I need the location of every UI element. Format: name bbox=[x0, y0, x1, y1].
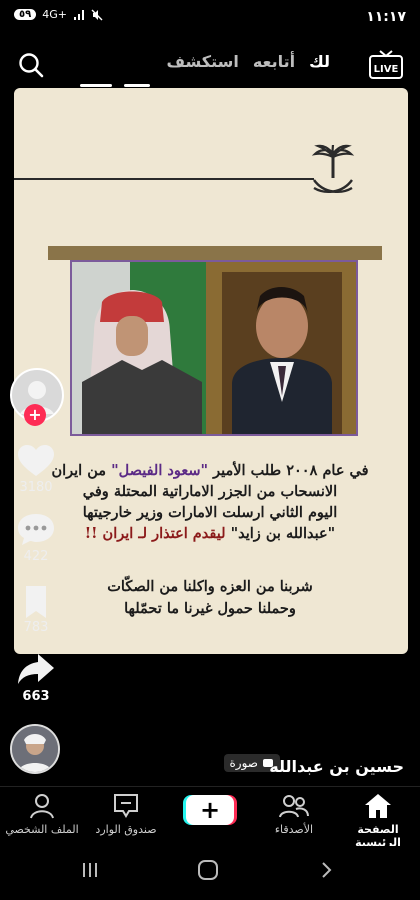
mute-icon bbox=[91, 9, 103, 20]
system-nav bbox=[0, 846, 420, 900]
nav-home[interactable]: الصفحة الرئيسية bbox=[338, 793, 418, 849]
like-count: 3180 bbox=[19, 480, 53, 495]
caption-text: في عام ٢٠٠٨ طلب الأمير bbox=[208, 462, 369, 479]
feed-tabs: لك أتابعه استكشف bbox=[80, 52, 330, 71]
nav-profile-label: الملف الشخصي bbox=[5, 823, 79, 836]
share-count: 663 bbox=[22, 689, 50, 704]
status-icons: ٥٩ 4G+ bbox=[14, 8, 103, 21]
home-button-icon[interactable] bbox=[196, 858, 220, 882]
author-photo bbox=[12, 726, 58, 772]
decorative-bar bbox=[48, 246, 382, 260]
recent-apps-icon[interactable] bbox=[80, 860, 100, 880]
tab-indicator-active bbox=[124, 84, 150, 87]
nav-inbox[interactable]: صندوق الوارد bbox=[86, 793, 166, 836]
caption-line-4: "عبدالله بن زايد" ليقدم اعتذار لـ ايران … bbox=[42, 523, 378, 544]
heart-icon[interactable] bbox=[16, 444, 56, 478]
nav-inbox-label: صندوق الوارد bbox=[95, 823, 157, 836]
tab-explore[interactable]: استكشف bbox=[166, 52, 238, 71]
tab-indicator bbox=[80, 84, 112, 87]
inbox-icon bbox=[114, 794, 138, 818]
author-username[interactable]: حسين بن عبدالله bbox=[269, 757, 404, 776]
quote-line-1: شربنا من العزه واكلنا من الصكّات bbox=[107, 578, 313, 595]
post-quote: شربنا من العزه واكلنا من الصكّات وحملنا … bbox=[42, 576, 378, 620]
portraits-illustration bbox=[72, 262, 356, 434]
news-photo bbox=[70, 260, 358, 436]
search-icon[interactable] bbox=[18, 52, 44, 78]
caption-line-3: اليوم الثاني ارسلت الامارات وزير خارجيته… bbox=[82, 504, 338, 521]
friends-icon bbox=[279, 795, 309, 818]
post-caption: في عام ٢٠٠٨ طلب الأمير "سعود الفيصل" من … bbox=[42, 460, 378, 544]
bookmark-icon[interactable] bbox=[16, 585, 56, 619]
network-label: 4G+ bbox=[42, 8, 67, 21]
nav-friends-label: الأصدقاء bbox=[274, 823, 314, 836]
photo-chip-label: صورة bbox=[229, 756, 258, 770]
nav-profile[interactable]: الملف الشخصي bbox=[2, 793, 82, 836]
post-image[interactable]: في عام ٢٠٠٨ طلب الأمير "سعود الفيصل" من … bbox=[14, 88, 408, 654]
tab-for-you[interactable]: لك bbox=[309, 52, 330, 71]
live-icon[interactable]: LIVE bbox=[368, 50, 404, 80]
notification-badge: ٥٩ bbox=[14, 9, 37, 20]
follow-button[interactable]: + bbox=[24, 404, 46, 426]
top-nav: لك أتابعه استكشف LIVE bbox=[0, 40, 420, 88]
create-button[interactable]: + bbox=[186, 795, 234, 825]
save-count: 783 bbox=[23, 620, 49, 635]
caption-line-2: الانسحاب من الجزر الاماراتية المحتلة وفي bbox=[82, 483, 338, 500]
quote-line-2: وحملنا حمول غيرنا ما تحمّلها bbox=[124, 600, 296, 617]
nav-friends[interactable]: الأصدقاء bbox=[254, 793, 334, 836]
caption-highlight: ليقدم اعتذار لـ ايران !! bbox=[84, 525, 226, 542]
bottom-nav: الصفحة الرئيسية الأصدقاء + صندوق الوارد … bbox=[0, 786, 420, 849]
divider-line bbox=[14, 178, 314, 180]
author-avatar[interactable] bbox=[10, 724, 60, 774]
signal-icon bbox=[73, 9, 84, 20]
tab-following[interactable]: أتابعه bbox=[253, 52, 295, 71]
status-bar: ٥٩ 4G+ ١١:١٧ bbox=[0, 0, 420, 36]
caption-line-1: في عام ٢٠٠٨ طلب الأمير "سعود الفيصل" من … bbox=[42, 460, 378, 481]
home-icon bbox=[365, 794, 391, 818]
comment-count: 422 bbox=[23, 549, 49, 564]
caption-text: من ايران bbox=[51, 462, 112, 479]
share-icon[interactable] bbox=[16, 652, 56, 686]
clock: ١١:١٧ bbox=[366, 9, 406, 25]
caption-highlight: "سعود الفيصل" bbox=[111, 462, 209, 479]
profile-icon bbox=[30, 794, 54, 819]
caption-text: "عبدالله بن زايد" bbox=[225, 525, 336, 542]
live-label: LIVE bbox=[374, 64, 399, 75]
back-icon[interactable] bbox=[316, 860, 336, 880]
palm-swords-emblem bbox=[311, 144, 355, 193]
comment-icon[interactable] bbox=[16, 512, 56, 546]
